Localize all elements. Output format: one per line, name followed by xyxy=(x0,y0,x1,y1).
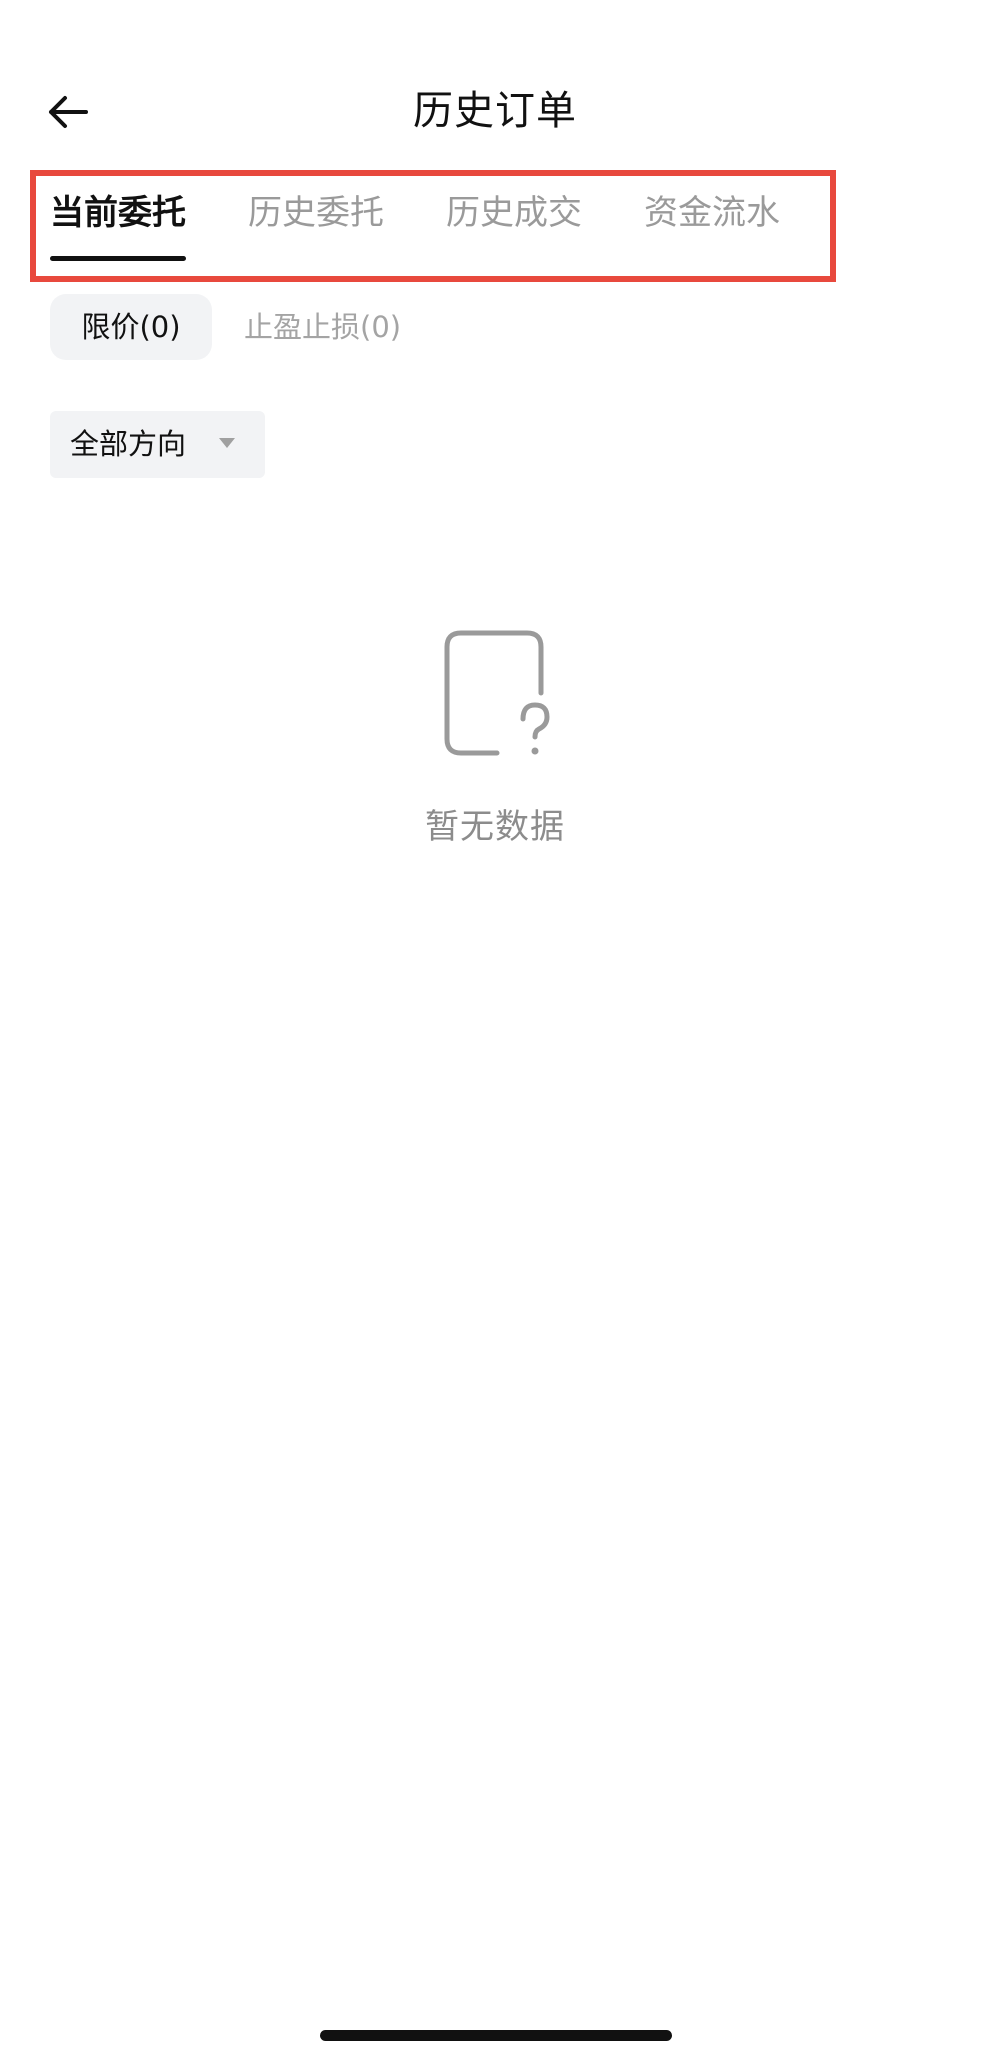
tab-history-orders-label: 历史委托 xyxy=(248,193,384,233)
subtab-limit[interactable]: 限价(0) xyxy=(50,294,212,360)
order-tabs: 当前委托 历史委托 历史成交 资金流水 xyxy=(30,170,836,282)
active-tab-underline xyxy=(50,256,186,261)
tab-history-trades-label: 历史成交 xyxy=(446,193,582,233)
tab-fund-flow[interactable]: 资金流水 xyxy=(644,176,780,276)
caret-down-icon xyxy=(219,438,235,448)
direction-filter-label: 全部方向 xyxy=(70,427,187,461)
empty-state-text: 暂无数据 xyxy=(425,807,565,847)
tab-current-orders-label: 当前委托 xyxy=(50,193,186,233)
tab-history-orders[interactable]: 历史委托 xyxy=(248,176,384,276)
header: 历史订单 xyxy=(0,60,990,156)
tab-current-orders[interactable]: 当前委托 xyxy=(50,176,186,276)
tab-history-trades[interactable]: 历史成交 xyxy=(446,176,582,276)
page-title: 历史订单 xyxy=(413,88,577,134)
tab-fund-flow-label: 资金流水 xyxy=(644,193,780,233)
empty-state: 暂无数据 xyxy=(0,625,990,848)
home-indicator xyxy=(320,2030,672,2041)
subtab-take-profit-stop-loss[interactable]: 止盈止损(0) xyxy=(244,294,401,360)
empty-document-question-icon xyxy=(444,630,550,756)
direction-filter-select[interactable]: 全部方向 xyxy=(50,411,265,478)
